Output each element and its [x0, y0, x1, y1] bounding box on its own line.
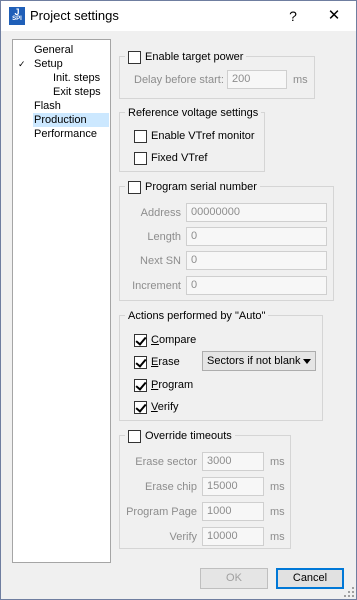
fixed-vtref-label: Fixed VTref — [151, 152, 208, 164]
project-settings-dialog: J SPI Project settings ? ✕ General ✓ Set… — [0, 0, 357, 600]
compare-checkbox[interactable] — [134, 333, 147, 347]
auto-actions-title: Actions performed by "Auto" — [125, 309, 269, 323]
vtref-monitor-row: Enable VTref monitor — [134, 128, 255, 144]
verify-timeout-label: Verify — [169, 531, 197, 543]
delay-input[interactable]: 200 — [227, 70, 287, 89]
program-label: Program — [151, 379, 194, 391]
erase-chip-unit: ms — [270, 481, 285, 493]
enable-target-power-checkbox[interactable] — [128, 50, 141, 64]
target-power-group: Enable target power Delay before start: … — [119, 50, 315, 99]
program-page-unit: ms — [270, 506, 285, 518]
cancel-button[interactable]: Cancel — [276, 568, 344, 589]
program-page-input[interactable]: 1000 — [202, 502, 264, 521]
app-icon-subtext: SPI — [12, 16, 22, 22]
verify-timeout-unit: ms — [270, 531, 285, 543]
override-timeouts-header: Override timeouts — [125, 429, 235, 443]
address-input[interactable]: 00000000 — [186, 203, 327, 222]
chevron-down-icon — [303, 359, 311, 364]
tree-item-init-steps[interactable]: Init. steps — [53, 71, 100, 85]
program-row: Program — [134, 377, 193, 393]
app-icon-letter: J — [14, 7, 20, 17]
tree-item-general[interactable]: General — [34, 43, 73, 57]
tree-item-flash[interactable]: Flash — [34, 99, 61, 113]
target-power-header: Enable target power — [125, 50, 247, 64]
tree-item-production[interactable]: Production — [33, 113, 109, 127]
title-bar: J SPI Project settings ? ✕ — [1, 1, 356, 31]
fixed-vtref-checkbox[interactable] — [134, 151, 147, 165]
erase-label: Erase — [151, 356, 180, 368]
vtref-monitor-label: Enable VTref monitor — [151, 130, 255, 142]
erase-checkbox[interactable] — [134, 355, 147, 369]
reference-voltage-group: Reference voltage settings Enable VTref … — [119, 106, 265, 172]
verify-checkbox[interactable] — [134, 400, 147, 414]
erase-chip-input[interactable]: 15000 — [202, 477, 264, 496]
jflash-app-icon: J SPI — [9, 7, 25, 25]
auto-actions-group: Actions performed by "Auto" Compare Eras… — [119, 309, 323, 421]
tree-item-performance[interactable]: Performance — [34, 127, 97, 141]
override-timeouts-checkbox[interactable] — [128, 429, 141, 443]
erase-sector-input[interactable]: 3000 — [202, 452, 264, 471]
address-label: Address — [140, 207, 181, 219]
erase-row: Erase — [134, 354, 180, 370]
next-sn-label: Next SN — [140, 255, 181, 267]
tree-item-setup[interactable]: Setup — [34, 57, 63, 71]
verify-timeout-input[interactable]: 10000 — [202, 527, 264, 546]
verify-row: Verify — [134, 399, 179, 415]
resize-grip-icon[interactable] — [344, 587, 354, 597]
increment-label: Increment — [132, 280, 181, 292]
tree-item-exit-steps[interactable]: Exit steps — [53, 85, 101, 99]
compare-row: Compare — [134, 332, 196, 348]
delay-unit: ms — [293, 74, 308, 86]
program-checkbox[interactable] — [134, 378, 147, 392]
next-sn-input[interactable]: 0 — [186, 251, 327, 270]
erase-sector-unit: ms — [270, 456, 285, 468]
override-timeouts-label: Override timeouts — [145, 430, 232, 442]
program-serial-label: Program serial number — [145, 181, 257, 193]
ok-button[interactable]: OK — [200, 568, 268, 589]
serial-number-header: Program serial number — [125, 180, 260, 194]
length-input[interactable]: 0 — [186, 227, 327, 246]
length-label: Length — [147, 231, 181, 243]
serial-number-group: Program serial number Address 00000000 L… — [119, 180, 334, 301]
reference-voltage-title: Reference voltage settings — [125, 106, 262, 120]
erase-mode-value: Sectors if not blank — [207, 355, 301, 367]
settings-tree[interactable]: General ✓ Setup Init. steps Exit steps F… — [12, 39, 111, 563]
help-button[interactable]: ? — [283, 6, 303, 26]
erase-mode-select[interactable]: Sectors if not blank — [202, 351, 316, 371]
verify-label: Verify — [151, 401, 179, 413]
erase-sector-label: Erase sector — [135, 456, 197, 468]
increment-input[interactable]: 0 — [186, 276, 327, 295]
program-serial-checkbox[interactable] — [128, 180, 141, 194]
fixed-vtref-row: Fixed VTref — [134, 150, 207, 166]
erase-chip-label: Erase chip — [145, 481, 197, 493]
window-title: Project settings — [30, 8, 119, 23]
delay-label: Delay before start: — [134, 74, 224, 86]
close-button[interactable]: ✕ — [321, 5, 347, 27]
override-timeouts-group: Override timeouts Erase sector 3000 ms E… — [119, 429, 291, 549]
compare-label: Compare — [151, 334, 197, 346]
chevron-down-icon[interactable]: ✓ — [18, 57, 26, 71]
program-page-label: Program Page — [126, 506, 197, 518]
vtref-monitor-checkbox[interactable] — [134, 129, 147, 143]
enable-target-power-label: Enable target power — [145, 51, 244, 63]
